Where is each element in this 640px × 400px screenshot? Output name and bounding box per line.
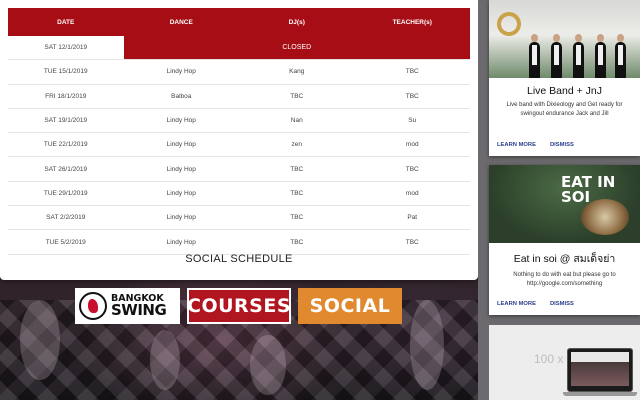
table-row: TUE 22/1/2019 Lindy Hop zen mod [8,133,470,158]
cell-teacher: mod [405,189,419,197]
cell-dj: TBC [290,238,304,246]
cell-dj: TBC [290,214,304,222]
band-member [615,34,626,78]
cell-teacher: TBC [405,92,419,100]
cell-dance: Lindy Hop [166,165,196,173]
cell-date: TUE 22/1/2019 [43,141,88,149]
crowd-figure [410,300,444,390]
schedule-caption: SOCIAL SCHEDULE [185,253,293,265]
cell-dj: Kang [289,68,305,76]
logo-wordmark: BANGKOK SWING [111,294,167,320]
table-row: SAT 26/1/2019 Lindy Hop TBC TBC [8,157,470,182]
tuba-icon [497,12,521,36]
band-member [595,34,606,78]
cell-dj: TBC [290,165,304,173]
crowd-figure [250,335,286,395]
closed-banner: CLOSED [123,36,470,60]
cell-dj: TBC [290,189,304,197]
cell-date: TUE 15/1/2019 [43,68,88,76]
schedule-table: DATE DANCE DJ(s) TEACHER(s) SAT 12/1/201… [8,8,470,255]
event-card-eat-in-soi: EAT IN SOI Eat in soi @ สมเด็จย่า Nothin… [489,165,640,315]
live-band-photo [489,0,640,78]
learn-more-button[interactable]: LEARN MORE [497,301,536,307]
table-row: SAT 19/1/2019 Lindy Hop Nan Su [8,109,470,134]
social-schedule-panel: DATE DANCE DJ(s) TEACHER(s) SAT 12/1/201… [0,0,478,280]
courses-button[interactable]: COURSES [187,288,291,324]
table-row: TUE 5/2/2019 Lindy Hop TBC TBC [8,230,470,255]
cell-teacher: Pat [407,214,418,222]
table-row-closed: SAT 12/1/2019 CLOSED [8,36,470,61]
cell-teacher: TBC [405,68,419,76]
table-row: FRI 18/1/2019 Balboa TBC TBC [8,85,470,109]
card-description: Nothing to do with eat but please go to … [513,272,616,287]
card-actions: LEARN MORE DISMISS [497,301,574,307]
crowd-figure [20,300,60,380]
column-header-teachers: TEACHER(s) [392,18,432,26]
dismiss-button[interactable]: DISMISS [550,301,574,307]
cell-dj: zen [291,141,302,149]
cell-dj: TBC [290,92,304,100]
card-actions: LEARN MORE DISMISS [497,142,574,148]
cell-dance: Lindy Hop [166,214,196,222]
cell-teacher: Su [408,117,417,125]
table-row: SAT 2/2/2019 Lindy Hop TBC Pat [8,206,470,231]
cell-dance: Balboa [171,92,192,100]
cell-date: FRI 18/1/2019 [45,92,87,100]
event-card-live-band: Live Band + JnJ Live band with Dixieolog… [489,0,640,156]
cell-dance: Lindy Hop [166,238,196,246]
cell-dance: Lindy Hop [166,189,196,197]
schedule-header: DATE DANCE DJ(s) TEACHER(s) [8,8,470,36]
cell-dance: Lindy Hop [166,141,196,149]
ad-placeholder-text: 100 x [534,352,564,366]
card-description: Live band with Dixieology and Get ready … [506,102,623,117]
dancer-logo-icon [79,292,107,320]
cell-teacher: TBC [405,238,419,246]
cell-dj: Nan [290,117,303,125]
crowd-figure [150,330,180,390]
laptop-preview-icon [567,348,633,392]
column-header-date: DATE [57,18,75,26]
cell-teacher: TBC [405,165,419,173]
cell-date: SAT 26/1/2019 [44,165,88,173]
column-header-dance: DANCE [169,18,193,26]
eat-in-soi-photo: EAT IN SOI [489,165,640,243]
card-title: Eat in soi @ สมเด็จย่า [513,253,616,265]
cell-teacher: mod [405,141,419,149]
bangkok-swing-logo[interactable]: BANGKOK SWING [75,288,180,324]
card-title: Live Band + JnJ [526,85,602,97]
food-plate-icon [581,199,629,235]
image-title-line-2: SOI [561,188,591,206]
band-member [551,34,562,78]
cell-date: SAT 12/1/2019 [44,44,88,52]
cell-dance: Lindy Hop [166,117,196,125]
table-row: TUE 15/1/2019 Lindy Hop Kang TBC [8,60,470,85]
band-member [573,34,584,78]
learn-more-button[interactable]: LEARN MORE [497,142,536,148]
laptop-base [563,392,637,396]
cell-date: TUE 5/2/2019 [45,238,86,246]
cell-date: SAT 19/1/2019 [44,117,88,125]
cell-dance: Lindy Hop [166,68,196,76]
table-row: TUE 29/1/2019 Lindy Hop TBC mod [8,182,470,207]
laptop-screen [571,352,629,386]
logo-line-2: SWING [111,301,167,320]
social-button[interactable]: SOCIAL [298,288,402,324]
cell-date: SAT 2/2/2019 [46,214,86,222]
dismiss-button[interactable]: DISMISS [550,142,574,148]
band-member [529,34,540,78]
cell-date: TUE 29/1/2019 [43,189,88,197]
column-header-djs: DJ(s) [288,18,305,26]
